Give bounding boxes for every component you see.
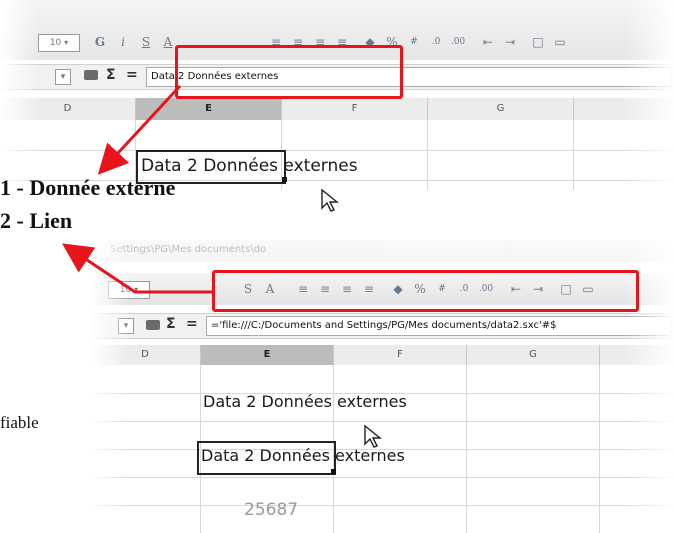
arrow-to-caption-2 xyxy=(62,243,214,294)
arrow-to-caption-1 xyxy=(97,84,182,175)
annotation-arrows xyxy=(62,84,214,294)
